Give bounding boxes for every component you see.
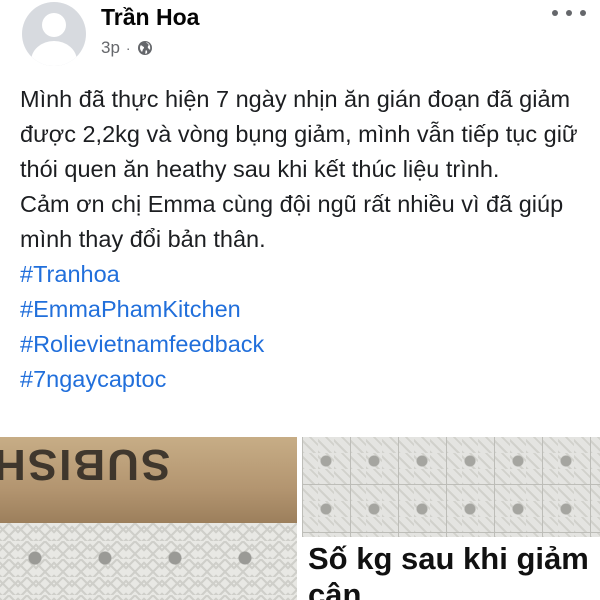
photo-box-on-tiles[interactable]: SUBISH (0, 437, 297, 600)
avatar-head (42, 13, 66, 37)
box-print-text: SUBISH (0, 440, 171, 489)
hashtag-link[interactable]: #EmmaPhamKitchen (20, 292, 592, 327)
meta-separator: · (125, 40, 131, 56)
hashtag-link[interactable]: #Tranhoa (20, 257, 592, 292)
post-paragraph-2: Cảm ơn chị Emma cùng đội ngũ rất nhiều v… (20, 191, 564, 252)
post-header: Trần Hoa 3p · (0, 0, 600, 70)
more-dots-icon[interactable] (552, 6, 586, 20)
avatar[interactable] (22, 2, 86, 66)
post-paragraph-1: Mình đã thực hiện 7 ngày nhịn ăn gián đo… (20, 86, 578, 182)
dot-2 (566, 10, 572, 16)
globe-icon[interactable] (137, 40, 153, 56)
post-text: Mình đã thực hiện 7 ngày nhịn ăn gián đo… (20, 82, 592, 397)
post-photos: SUBISH Số kg sau khi giảm cân (0, 437, 600, 600)
facebook-post: Trần Hoa 3p · Mình đã thực hiện 7 ngày n… (0, 0, 600, 600)
dot-1 (552, 10, 558, 16)
post-time[interactable]: 3p (101, 38, 120, 58)
author-name[interactable]: Trần Hoa (101, 4, 199, 31)
avatar-body (31, 41, 77, 66)
dot-3 (580, 10, 586, 16)
photo-caption: Số kg sau khi giảm cân (308, 541, 589, 600)
cardboard-box: SUBISH (0, 437, 297, 523)
post-meta: 3p · (101, 38, 153, 58)
tile-floor (0, 523, 297, 600)
photo-weight-caption[interactable]: Số kg sau khi giảm cân (302, 437, 600, 600)
caption-box: Số kg sau khi giảm cân (302, 537, 600, 600)
hashtag-link[interactable]: #Rolievietnamfeedback (20, 327, 592, 362)
hashtag-link[interactable]: #7ngaycaptoc (20, 362, 592, 397)
